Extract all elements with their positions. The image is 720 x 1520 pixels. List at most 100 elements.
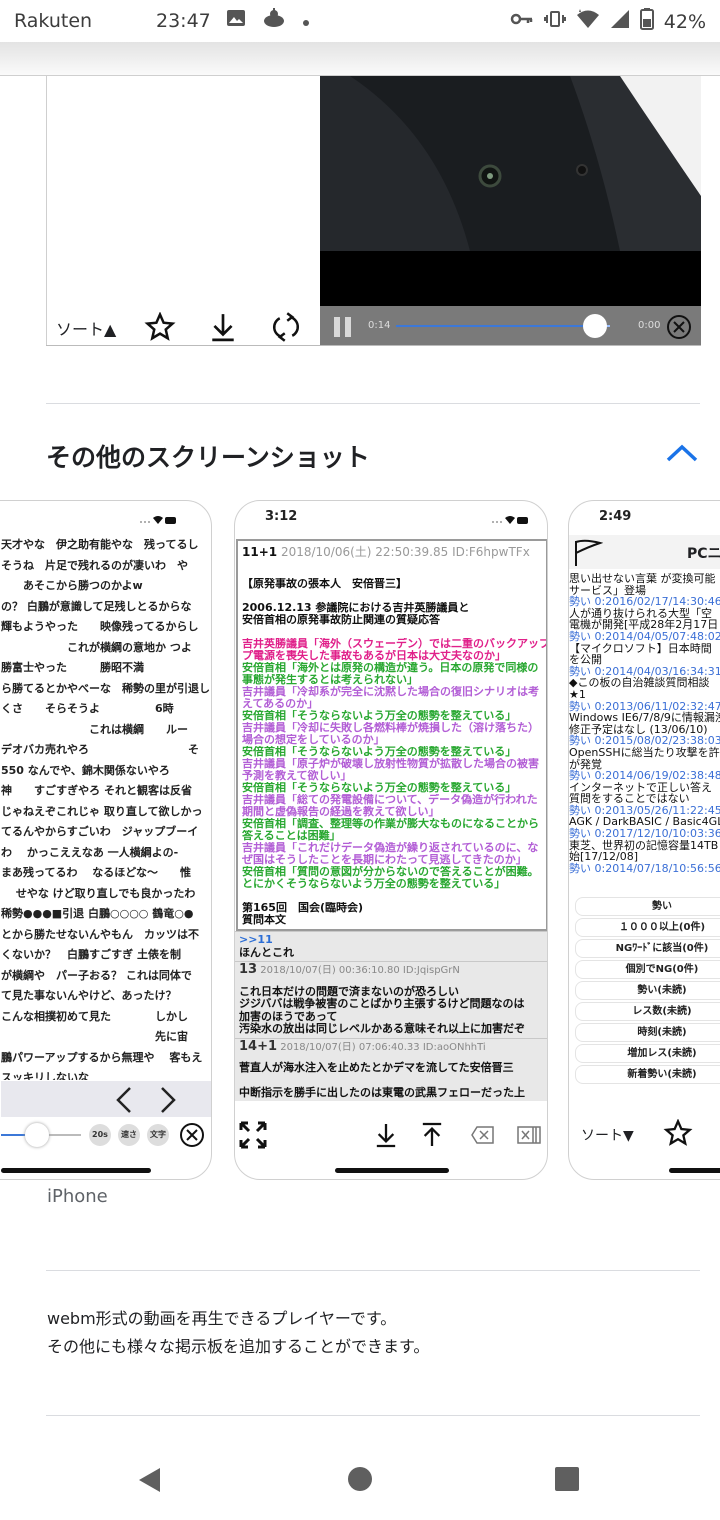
app-header-strip [0,42,720,76]
back-icon[interactable] [136,1466,164,1498]
chat-line: てるんやからすごいわ ジャップブーイ [1,825,199,838]
post-line: 吉井議員「原子炉が破壊し放射性物質が拡散した場合の被害 [242,758,539,770]
home-indicator [669,1168,720,1173]
sort-option[interactable]: １０００以上(0件) [575,918,720,937]
recents-icon[interactable] [554,1466,580,1496]
section-title: その他のスクリーンショット [46,443,370,472]
thread-post[interactable]: 11+1 2018/10/06(土) 22:50:39.85 ID:F6hpwT… [236,539,547,931]
sort-option[interactable]: 新着勢い(未読) [575,1065,720,1084]
download-icon[interactable] [210,312,236,345]
sort-option[interactable]: 増加レス(未読) [575,1044,720,1063]
reply-item[interactable]: 14+1 2018/10/07(日) 07:06:40.33 ID:aoONhh… [235,1037,547,1101]
thread-timestamp: 勢い 0:2014/04/05/07:48:02 [569,629,720,643]
screenshot-thumbnail-2[interactable]: 3:12 11+1 2018/10/06(土) 22:50:39.85 ID:F… [234,500,548,1180]
post-line: 質問本文 [242,914,286,926]
post-line: 安倍首相「そうならないよう万全の態勢を整えている」 [242,710,517,722]
post-line: 吉井議員「冷却に失敗し各燃料棒が焼損した（溶け落ちた） [242,722,539,734]
chevron-left-icon[interactable] [113,1085,135,1119]
star-icon[interactable] [663,1118,693,1151]
chevron-right-icon[interactable] [157,1085,179,1119]
post-spacer [238,562,546,578]
wifi-icon [137,511,177,530]
upload-icon[interactable] [421,1121,443,1153]
divider [46,1270,700,1271]
duration-chip[interactable]: 20s [89,1124,111,1146]
post-line: プ電源を喪失した事故もあるが日本は大丈夫なのか」 [242,650,506,662]
post-line: 安倍首相「海外とは原発の構造が違う。日本の原発で同様の [242,662,539,674]
seek-handle[interactable] [583,314,608,338]
screenshot-thumbnail-1[interactable]: 天才やな 伊之助有能やな 残ってるし そうね 片足で残れるのが凄いわ や あそこか… [0,500,212,1180]
post-line: 安倍首相「そうならないよう万全の態勢を整えている」 [242,746,517,758]
current-time: 0:14 [368,320,391,331]
sort-button[interactable]: ソート▼ [581,1125,634,1145]
close-panel-icon[interactable] [517,1125,541,1149]
reply-item[interactable]: 13 2018/10/07(日) 00:36:10.80 ID:JqispGrN… [235,961,547,1038]
reply-link[interactable]: >>11 [239,933,545,947]
player-controls: 0:14 0:00 [320,306,701,345]
thread-toolbar [235,1119,547,1155]
pause-icon[interactable] [332,316,354,342]
bottom-toolbar: ソート▼ [569,1113,720,1153]
vibrate-icon [543,9,566,34]
phone-time: 2:49 [599,509,632,524]
app-description: webm形式の動画を再生できるプレイヤーです。 その他にも様々な掲示板を追加する… [47,1305,429,1361]
close-box-icon[interactable] [471,1125,495,1149]
sort-option[interactable]: 勢い [575,897,720,916]
sort-option[interactable]: レス数(未読) [575,1002,720,1021]
expand-icon[interactable] [239,1121,267,1153]
speed-chip[interactable]: 速さ [118,1124,140,1146]
screenshot-video-player[interactable]: ソート▲ 0:14 0:00 [46,76,701,346]
chat-line: これは横綱 ルー [1,722,188,736]
sort-option[interactable]: 個別でNG(0件) [575,960,720,979]
board-header: PCニ [569,535,720,569]
board-title: PCニ [687,546,720,562]
thread-title[interactable]: を公開 [569,654,720,666]
thread-title[interactable]: ★1 [569,689,720,701]
description-line: webm形式の動画を再生できるプレイヤーです。 [47,1309,397,1328]
close-circle-icon[interactable] [179,1122,205,1152]
post-line: 答えることは困難」 [242,830,341,842]
battery-icon [639,8,654,35]
reply-number: 14+1 [239,1038,278,1054]
sort-button[interactable]: ソート▲ [56,316,116,340]
sort-option[interactable]: NGﾜｰﾄﾞに該当(0件) [575,939,720,958]
thread-title[interactable]: ◆この板の自治雑談質問相談 [569,677,720,689]
sort-menu[interactable]: 勢い １０００以上(0件) NGﾜｰﾄﾞに該当(0件) 個別でNG(0件) 勢い(未読)… [575,897,720,1086]
sort-option[interactable]: 勢い(未読) [575,981,720,1000]
star-icon[interactable] [144,311,176,345]
chat-message-list[interactable]: 天才やな 伊之助有能やな 残ってるし そうね 片足で残れるのが凄いわ や あそこか… [1,535,211,1080]
close-circle-icon[interactable] [666,314,692,344]
thread-title[interactable]: Windows IE6/7/8/9に情報漏洩 [569,712,720,724]
screenshot-thumbnail-3[interactable]: 2:49 PCニ 思い出せない言葉 が変換可能 サービス」登場 勢い 0:2016/… [568,500,720,1180]
reply-item[interactable]: >>11 ほんとこれ [235,931,547,961]
chat-line: 天才やな 伊之助有能やな 残ってるし [1,538,199,551]
end-time: 0:00 [638,320,661,331]
chevron-up-icon[interactable] [664,440,700,466]
reply-line [239,1075,545,1087]
post-line: 期間と虚偽報告の経過を教えて欲しい」 [242,806,440,818]
reply-meta: 2018/10/07(日) 00:36:10.80 ID:JqispGrN [260,965,460,976]
chat-line: 神 すごすぎやろ それと観客は反省 [1,784,192,797]
home-icon[interactable] [347,1466,373,1496]
thread-title[interactable]: 思い出せない言葉 が変換可能 [569,573,720,585]
status-bar: Rakuten 23:47 42% [0,0,720,42]
reply-line: 中断指示を勝手に出したのは東電の武黒フェローだった上 [239,1085,525,1099]
post-meta: 2018/10/06(土) 22:50:39.85 ID:F6hpwTFx [280,545,530,559]
flag-icon[interactable] [573,539,604,571]
chat-line: わ かっこええなあ 一人横綱よの- [1,845,179,859]
thread-timestamp: 勢い 0:2017/12/10/10:03:36 [569,827,720,841]
post-line: 第165回 国会(臨時会) [242,902,364,914]
thread-timestamp: 勢い 0:2014/07/18/10:56:56 [569,861,720,875]
post-line: 安倍首相の原発事故防止関連の質疑応答 [242,614,440,626]
sort-option[interactable]: 時刻(未読) [575,1023,720,1042]
reply-list[interactable]: >>11 ほんとこれ 13 2018/10/07(日) 00:36:10.80 … [235,931,547,1121]
text-chip[interactable]: 文字 [147,1124,169,1146]
download-icon[interactable] [375,1121,397,1153]
seek-track[interactable] [49,1134,81,1136]
chat-line: スッキリしないな [1,1071,89,1080]
wifi-icon [489,511,529,530]
post-line: 吉井議員「総ての発電設備について、データ偽造が行われた [242,794,538,806]
thread-title[interactable]: OpenSSHに総当たり攻撃を許 [569,747,720,759]
seek-handle[interactable] [25,1123,49,1147]
rotate-icon[interactable] [270,312,302,345]
